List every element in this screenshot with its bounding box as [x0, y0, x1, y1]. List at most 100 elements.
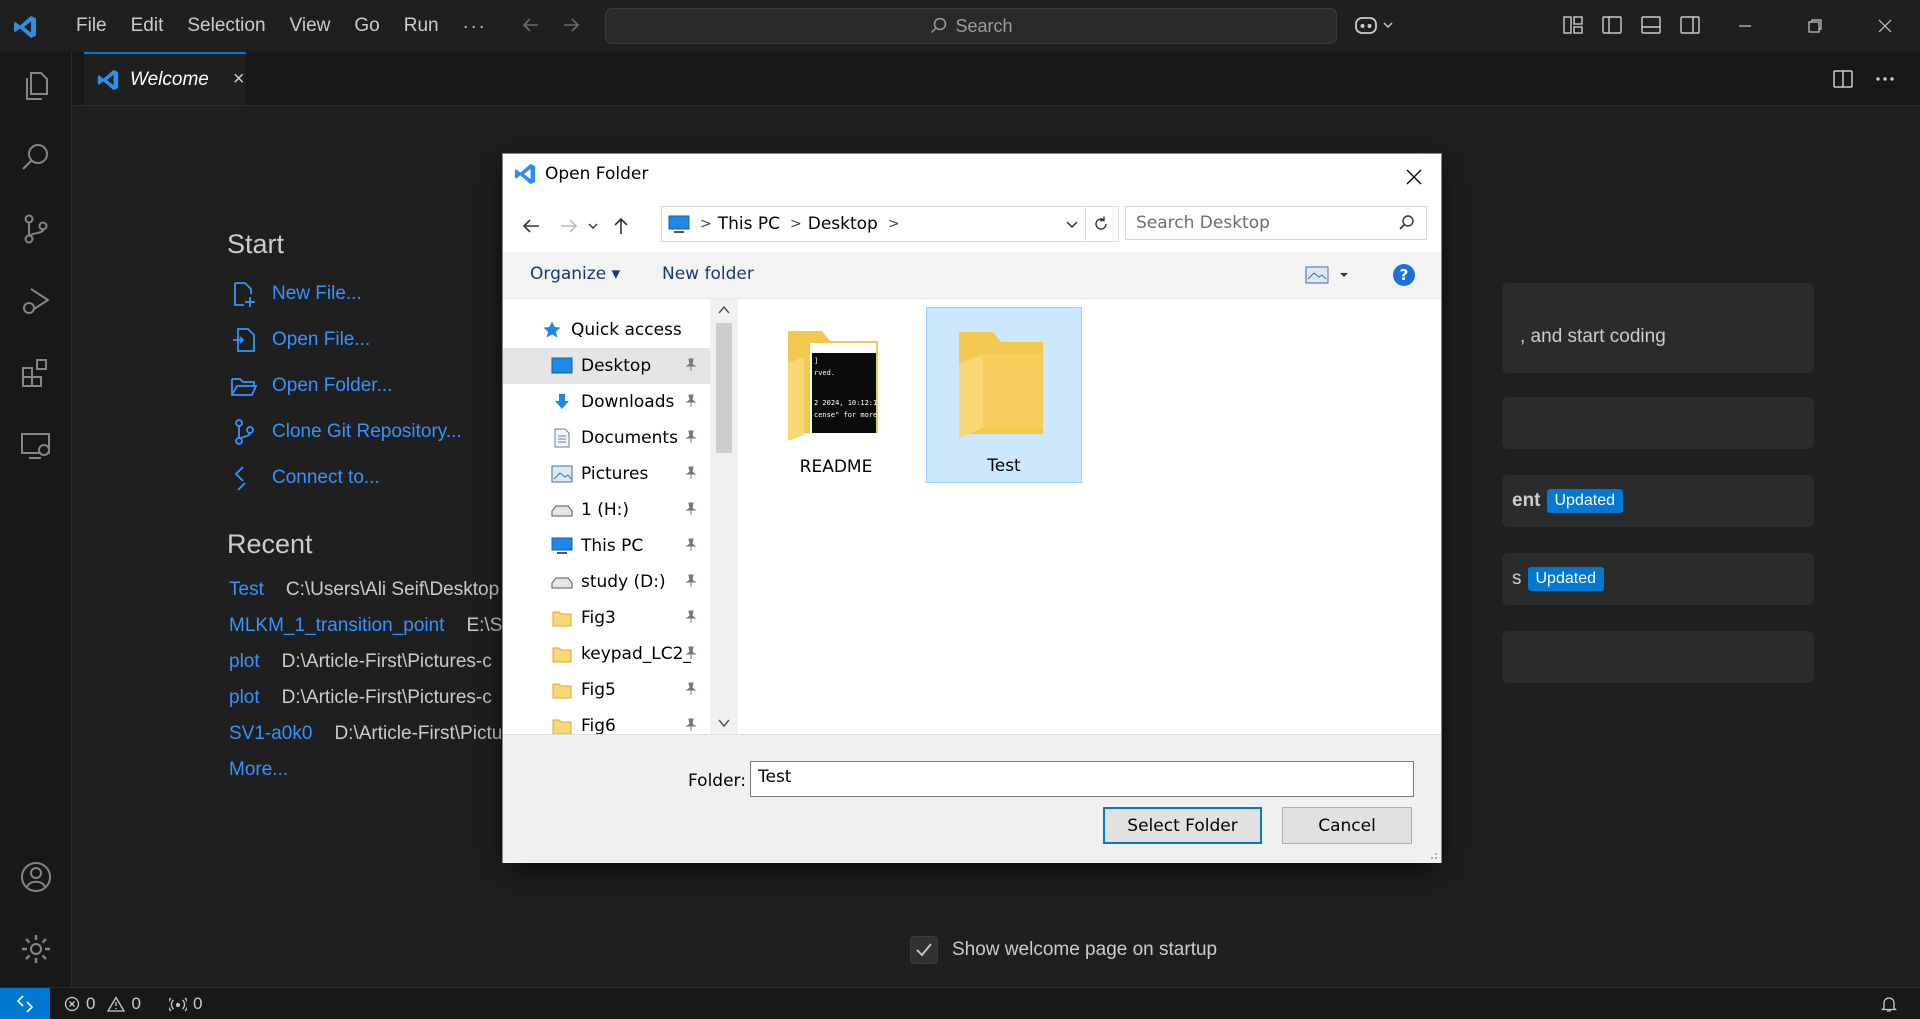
- walkthrough-card[interactable]: [1502, 397, 1814, 449]
- scrollbar-thumb[interactable]: [716, 323, 732, 453]
- open-folder-label: Open Folder...: [272, 375, 393, 396]
- nav-item-fig3[interactable]: Fig3: [503, 600, 710, 636]
- cancel-button[interactable]: Cancel: [1282, 807, 1412, 844]
- pin-icon: [684, 646, 698, 660]
- nav-item-documents[interactable]: Documents: [503, 420, 710, 456]
- settings-gear-icon[interactable]: [17, 930, 55, 968]
- open-folder-link[interactable]: Open Folder...: [230, 372, 392, 400]
- nav-item-desktop[interactable]: Desktop: [503, 348, 710, 384]
- search-desktop-input[interactable]: Search Desktop: [1125, 206, 1427, 240]
- new-folder-button[interactable]: New folder: [662, 264, 754, 284]
- nav-item-fig5[interactable]: Fig5: [503, 672, 710, 708]
- address-dropdown-icon[interactable]: [1065, 217, 1079, 231]
- split-editor-icon[interactable]: [1832, 68, 1854, 90]
- nav-item-fig6[interactable]: Fig6: [503, 708, 710, 734]
- menu-file[interactable]: File: [64, 0, 119, 52]
- walkthrough-card[interactable]: [1502, 631, 1814, 683]
- clone-git-repository-link[interactable]: Clone Git Repository...: [230, 418, 462, 446]
- menu-edit[interactable]: Edit: [119, 0, 176, 52]
- back-arrow-icon[interactable]: [519, 214, 543, 238]
- recent-item-name[interactable]: plot: [229, 651, 260, 673]
- toggle-panel-icon[interactable]: [1640, 14, 1662, 36]
- back-arrow-icon[interactable]: [520, 14, 542, 36]
- view-options-icon[interactable]: [1305, 266, 1349, 284]
- remote-explorer-icon[interactable]: [17, 426, 55, 464]
- walkthrough-card[interactable]: s Updated: [1502, 553, 1814, 605]
- dialog-title: Open Folder: [545, 164, 649, 184]
- pin-icon: [684, 358, 698, 372]
- copilot-icon: [1353, 14, 1379, 36]
- layout-controls: [1562, 14, 1701, 36]
- star-icon: [541, 320, 563, 340]
- nav-item-downloads[interactable]: Downloads: [503, 384, 710, 420]
- copilot-button[interactable]: [1353, 14, 1395, 36]
- help-button[interactable]: ?: [1393, 264, 1415, 286]
- restore-button[interactable]: [1780, 0, 1850, 52]
- recent-item-name[interactable]: MLKM_1_transition_point: [229, 615, 444, 637]
- pin-icon: [684, 538, 698, 552]
- breadcrumb-this-pc[interactable]: This PC: [718, 214, 780, 234]
- nav-item-study-d[interactable]: study (D:): [503, 564, 710, 600]
- toggle-secondary-sidebar-icon[interactable]: [1679, 14, 1701, 36]
- nav-item-quick-access[interactable]: Quick access: [503, 312, 710, 348]
- minimize-button[interactable]: [1710, 0, 1780, 52]
- organize-button[interactable]: Organize ▾: [530, 264, 620, 284]
- resize-grip-icon[interactable]: [1428, 850, 1438, 860]
- download-icon: [551, 392, 573, 412]
- menu-go[interactable]: Go: [342, 0, 391, 52]
- refresh-icon[interactable]: [1084, 206, 1119, 242]
- breadcrumb-desktop[interactable]: Desktop: [808, 214, 878, 234]
- nav-item-this-pc[interactable]: This PC: [503, 528, 710, 564]
- close-tab-icon[interactable]: ×: [233, 68, 245, 91]
- address-bar[interactable]: > This PC > Desktop >: [661, 206, 1086, 242]
- menu-selection[interactable]: Selection: [175, 0, 277, 52]
- forward-arrow-icon[interactable]: [560, 14, 582, 36]
- open-file-link[interactable]: Open File...: [230, 326, 370, 354]
- menu-more[interactable]: ···: [451, 0, 499, 52]
- notifications-bell-icon[interactable]: [1880, 995, 1898, 1013]
- startup-checkbox[interactable]: [910, 936, 938, 964]
- command-center-search[interactable]: Search: [605, 8, 1337, 44]
- recent-item-name[interactable]: Test: [229, 579, 264, 601]
- walkthrough-card-get-started[interactable]: , and start coding: [1502, 283, 1814, 373]
- tab-welcome[interactable]: Welcome ×: [84, 52, 246, 105]
- customize-layout-icon[interactable]: [1562, 14, 1584, 36]
- more-recent-link[interactable]: More...: [229, 759, 288, 781]
- up-arrow-icon[interactable]: [609, 214, 633, 238]
- source-control-icon[interactable]: [17, 210, 55, 248]
- nav-item-drive-h[interactable]: 1 (H:): [503, 492, 710, 528]
- search-icon[interactable]: [17, 138, 55, 176]
- forward-arrow-icon[interactable]: [557, 214, 581, 238]
- select-folder-button[interactable]: Select Folder: [1103, 807, 1262, 844]
- preview-line: rved.: [814, 369, 835, 377]
- problems-status[interactable]: 0 0 0: [64, 988, 202, 1019]
- walkthrough-card[interactable]: ent Updated: [1502, 475, 1814, 527]
- extensions-icon[interactable]: [17, 354, 55, 392]
- file-item-readme[interactable]: ] rved. 2 2024, 10:12:12) cense" for mor…: [758, 307, 914, 483]
- recent-item-name[interactable]: plot: [229, 687, 260, 709]
- account-icon[interactable]: [17, 858, 55, 896]
- close-window-button[interactable]: [1850, 0, 1920, 52]
- folder-icon: [551, 644, 573, 664]
- navigation-scrollbar[interactable]: [710, 299, 738, 734]
- connect-to-link[interactable]: Connect to...: [230, 464, 380, 492]
- dialog-close-button[interactable]: [1399, 162, 1429, 192]
- file-item-test[interactable]: Test: [926, 307, 1082, 483]
- folder-preview-icon: ] rved. 2 2024, 10:12:12) cense" for mor…: [788, 331, 886, 441]
- menu-view[interactable]: View: [278, 0, 343, 52]
- nav-item-pictures[interactable]: Pictures: [503, 456, 710, 492]
- nav-item-keypad[interactable]: keypad_LC2_N: [503, 636, 710, 672]
- scroll-up-icon[interactable]: [718, 305, 730, 315]
- folder-name-input[interactable]: Test: [750, 761, 1414, 797]
- menu-run[interactable]: Run: [392, 0, 451, 52]
- more-actions-icon[interactable]: [1874, 68, 1896, 90]
- recent-item-name[interactable]: SV1-a0k0: [229, 723, 312, 745]
- run-debug-icon[interactable]: [17, 282, 55, 320]
- remote-indicator-button[interactable]: [0, 988, 50, 1019]
- pin-icon: [684, 718, 698, 732]
- toggle-primary-sidebar-icon[interactable]: [1601, 14, 1623, 36]
- scroll-down-icon[interactable]: [718, 718, 730, 728]
- new-file-link[interactable]: New File...: [230, 280, 362, 308]
- recent-locations-chevron-icon[interactable]: [581, 214, 605, 238]
- explorer-icon[interactable]: [17, 67, 55, 105]
